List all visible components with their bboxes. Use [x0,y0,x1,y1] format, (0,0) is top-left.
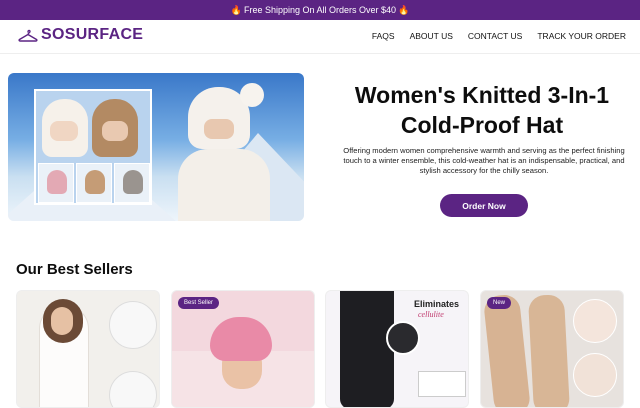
hero-image[interactable] [8,73,304,221]
best-seller-badge: Best Seller [178,297,220,309]
thumbnail-pink [38,163,74,203]
hero-title: Women's Knitted 3-In-1 Cold-Proof Hat [354,82,610,138]
nav-item-faqs[interactable]: FAQS [372,31,395,41]
product-card[interactable]: Best Seller [171,290,315,408]
stocking-leg [527,294,571,407]
detail-zoom [573,353,617,397]
fire-icon: 🔥 [230,4,242,15]
comparison-box [418,371,466,397]
fire-icon: 🔥 [398,4,410,15]
model-face [204,119,234,139]
thumbnail-tan [76,163,112,203]
model-face [51,307,73,335]
product-card[interactable] [16,290,160,408]
logo[interactable]: SOSURFACE [18,26,143,44]
detail-zoom [573,299,617,343]
stocking-leg [482,293,532,407]
nav-item-about-us[interactable]: ABOUT US [410,31,453,41]
product-card[interactable]: New [480,290,624,408]
hanger-icon [18,29,38,42]
main-nav: FAQS ABOUT US CONTACT US TRACK YOUR ORDE… [372,31,626,41]
logo-text: SOSURFACE [41,26,144,43]
hero-description: Offering modern women comprehensive warm… [343,146,625,175]
nav-item-contact-us[interactable]: CONTACT US [468,31,522,41]
face [102,121,128,141]
best-sellers-title: Our Best Sellers [16,261,133,278]
card-image-title: Eliminates [414,299,460,309]
leggings [340,291,394,407]
site-header: SOSURFACE FAQS ABOUT US CONTACT US TRACK… [0,20,640,54]
card-image-subtitle: cellulite [418,310,444,319]
nav-item-track-order[interactable]: TRACK YOUR ORDER [537,31,626,41]
detail-zoom [386,321,420,355]
hero-inset-collage [34,89,152,205]
detail-zoom [109,371,157,407]
face [50,121,78,141]
hat-thumbnails [38,163,150,203]
detail-zoom [109,301,157,349]
new-badge: New [487,297,512,309]
thumbnail-gray [114,163,150,203]
announcement-bar: 🔥 Free Shipping On All Orders Over $40 🔥 [0,0,640,20]
product-card[interactable]: Eliminates cellulite [325,290,469,408]
silk-bonnet [210,317,272,361]
order-now-button[interactable]: Order Now [440,194,528,217]
model-body [178,149,270,221]
announcement-text: Free Shipping On All Orders Over $40 [243,5,397,15]
hat-pompom [240,83,264,107]
